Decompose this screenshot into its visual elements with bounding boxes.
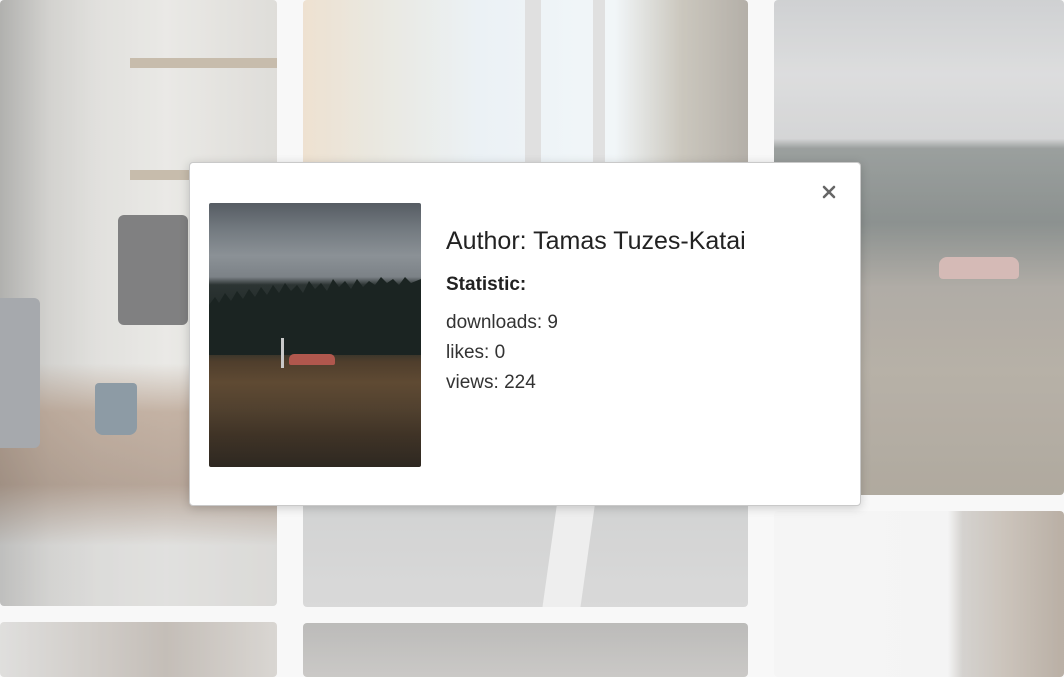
tree-line-decoration <box>209 277 421 355</box>
photo-preview <box>209 203 421 467</box>
pole-decoration <box>281 338 284 368</box>
car-decoration <box>289 354 335 365</box>
author-name: Tamas Tuzes-Katai <box>533 227 746 255</box>
stat-likes: likes: 0 <box>446 342 505 364</box>
stat-value: 224 <box>504 372 536 393</box>
stat-views: views: 224 <box>446 372 536 394</box>
photo-details-modal: Author: Tamas Tuzes-Katai Statistic: dow… <box>189 162 861 506</box>
author-label: Author: <box>446 227 527 255</box>
stat-label: likes: <box>446 342 490 363</box>
author-heading: Author: Tamas Tuzes-Katai <box>446 227 746 256</box>
close-icon <box>822 185 836 199</box>
stat-downloads: downloads: 9 <box>446 312 558 334</box>
stat-label: views: <box>446 372 499 393</box>
statistic-heading: Statistic: <box>446 274 527 295</box>
close-button[interactable] <box>817 180 841 204</box>
stat-value: 0 <box>494 342 506 363</box>
stat-label: downloads: <box>446 312 543 333</box>
stat-value: 9 <box>547 312 558 333</box>
